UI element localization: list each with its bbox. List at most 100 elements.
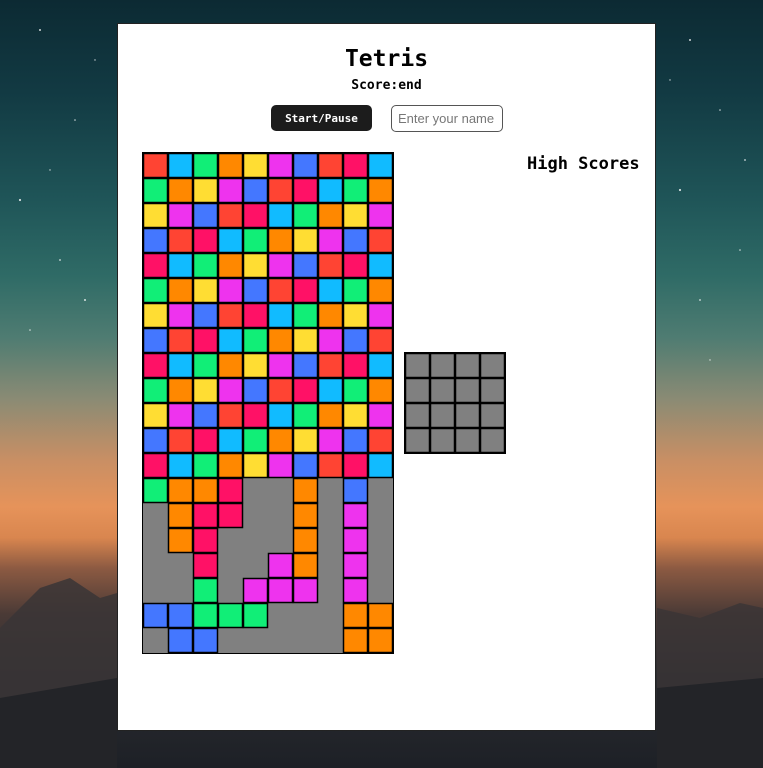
empty-cell: [143, 503, 168, 528]
block-cell: [217, 153, 244, 179]
block-cell: [167, 602, 194, 629]
block-cell: [217, 277, 244, 304]
start-pause-button[interactable]: Start/Pause: [271, 105, 372, 131]
block-cell: [143, 402, 169, 429]
empty-cell: [218, 553, 243, 578]
block-cell: [192, 577, 219, 604]
block-cell: [292, 477, 319, 504]
block-cell: [317, 153, 344, 179]
block-cell: [317, 252, 344, 279]
block-cell: [267, 452, 294, 479]
block-cell: [167, 227, 194, 254]
block-cell: [317, 352, 344, 379]
empty-cell: [454, 377, 481, 404]
block-cell: [342, 177, 369, 204]
block-cell: [143, 377, 169, 404]
block-cell: [192, 277, 219, 304]
empty-cell: [218, 528, 243, 553]
block-cell: [167, 627, 194, 653]
block-cell: [292, 177, 319, 204]
block-cell: [217, 377, 244, 404]
block-cell: [192, 502, 219, 529]
block-cell: [267, 202, 294, 229]
block-cell: [267, 177, 294, 204]
block-cell: [167, 252, 194, 279]
empty-cell: [368, 528, 393, 553]
block-cell: [217, 352, 244, 379]
block-cell: [242, 377, 269, 404]
empty-cell: [318, 503, 343, 528]
empty-cell: [429, 402, 456, 429]
empty-cell: [429, 353, 456, 379]
block-cell: [292, 402, 319, 429]
block-cell: [367, 602, 393, 629]
block-cell: [192, 452, 219, 479]
empty-cell: [218, 578, 243, 603]
block-cell: [367, 352, 393, 379]
empty-cell: [168, 553, 193, 578]
empty-cell: [293, 603, 318, 628]
block-cell: [143, 252, 169, 279]
block-cell: [143, 327, 169, 354]
block-cell: [192, 477, 219, 504]
block-cell: [342, 477, 369, 504]
block-cell: [367, 402, 393, 429]
block-cell: [317, 202, 344, 229]
block-cell: [242, 577, 269, 604]
block-cell: [143, 452, 169, 479]
block-cell: [342, 153, 369, 179]
empty-cell: [368, 503, 393, 528]
block-cell: [192, 227, 219, 254]
block-cell: [192, 627, 219, 653]
block-cell: [167, 402, 194, 429]
empty-cell: [318, 578, 343, 603]
block-cell: [143, 153, 169, 179]
block-cell: [317, 427, 344, 454]
empty-cell: [143, 578, 168, 603]
empty-cell: [479, 427, 505, 453]
block-cell: [217, 502, 244, 529]
block-cell: [367, 452, 393, 479]
block-cell: [167, 352, 194, 379]
empty-cell: [318, 603, 343, 628]
empty-cell: [318, 478, 343, 503]
block-cell: [292, 227, 319, 254]
block-cell: [217, 302, 244, 329]
block-cell: [192, 402, 219, 429]
block-cell: [242, 452, 269, 479]
block-cell: [292, 153, 319, 179]
block-cell: [242, 177, 269, 204]
block-cell: [143, 302, 169, 329]
block-cell: [317, 452, 344, 479]
block-cell: [192, 177, 219, 204]
block-cell: [242, 202, 269, 229]
high-scores-title: High Scores: [527, 154, 640, 174]
block-cell: [292, 577, 319, 604]
block-cell: [143, 352, 169, 379]
block-cell: [292, 252, 319, 279]
empty-cell: [368, 478, 393, 503]
block-cell: [267, 153, 294, 179]
block-cell: [367, 252, 393, 279]
empty-cell: [168, 578, 193, 603]
empty-cell: [243, 478, 268, 503]
block-cell: [292, 427, 319, 454]
block-cell: [342, 352, 369, 379]
block-cell: [217, 452, 244, 479]
block-cell: [317, 402, 344, 429]
block-cell: [217, 227, 244, 254]
block-cell: [242, 602, 269, 629]
block-cell: [242, 277, 269, 304]
block-cell: [217, 477, 244, 504]
block-cell: [342, 527, 369, 554]
game-title: Tetris: [344, 46, 429, 72]
block-cell: [342, 377, 369, 404]
block-cell: [167, 153, 194, 179]
block-cell: [242, 227, 269, 254]
block-cell: [217, 602, 244, 629]
block-cell: [292, 202, 319, 229]
block-cell: [192, 352, 219, 379]
player-name-input[interactable]: [391, 105, 503, 132]
block-cell: [267, 227, 294, 254]
empty-cell: [268, 528, 293, 553]
